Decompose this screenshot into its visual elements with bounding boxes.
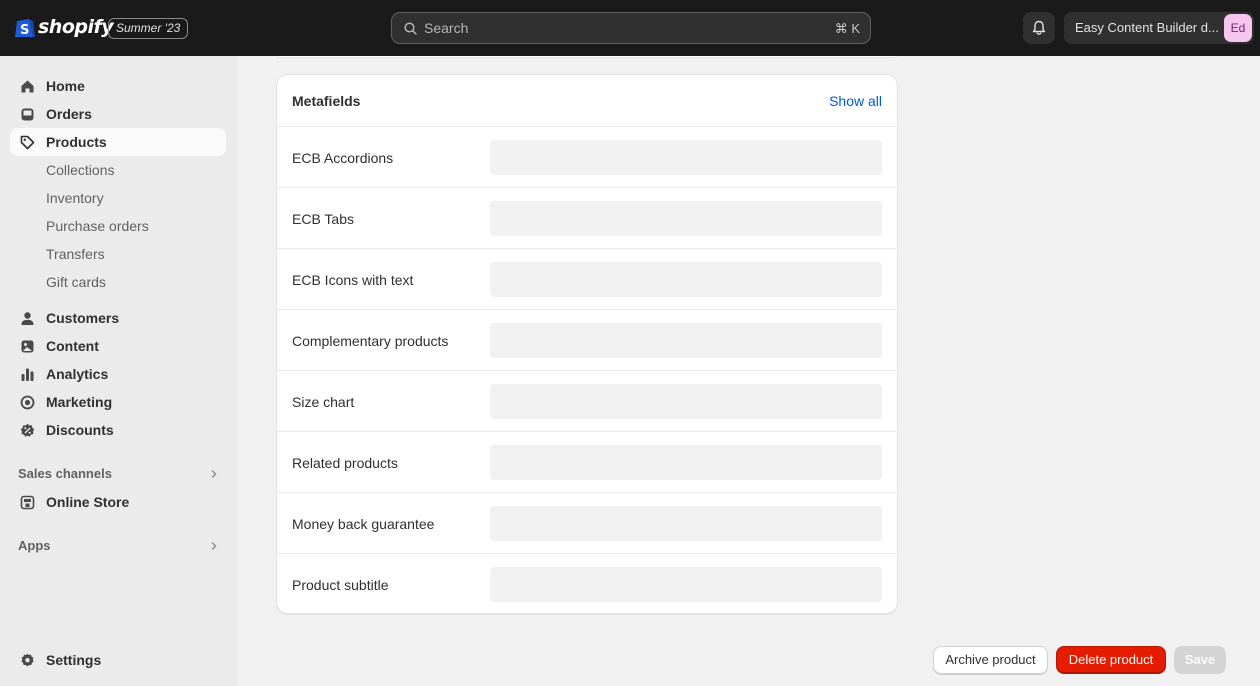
search-input[interactable]: Search [424,20,468,36]
bell-icon [1032,20,1046,35]
sidebar-item-inventory[interactable]: Inventory [10,184,226,212]
metafield-row: Product subtitle [277,554,897,613]
metafield-input[interactable] [490,384,882,419]
metafield-input[interactable] [490,445,882,480]
sidebar-item-settings[interactable]: Settings [10,646,226,674]
metafield-row: Complementary products [277,310,897,371]
previous-card-edge [277,56,897,58]
sidebar-item-collections[interactable]: Collections [10,156,226,184]
search-bar[interactable]: Search ⌘ K [391,12,871,44]
metafield-row: Related products [277,432,897,493]
metafield-row: ECB Tabs [277,188,897,249]
sidebar-item-label: Analytics [46,366,109,382]
metafields-title: Metafields [292,93,361,109]
sidebar-item-products[interactable]: Products [10,128,226,156]
inbox-icon [21,108,34,121]
person-icon [21,312,34,325]
sidebar-item-discounts[interactable]: Discounts [10,416,226,444]
sidebar-item-marketing[interactable]: Marketing [10,388,226,416]
metafield-label: Related products [292,455,398,471]
notifications-button[interactable] [1023,12,1055,44]
sidebar-item-transfers[interactable]: Transfers [10,240,226,268]
sidebar-item-customers[interactable]: Customers [10,304,226,332]
sidebar-item-gift-cards[interactable]: Gift cards [10,268,226,296]
search-shortcut: ⌘ K [834,21,860,36]
apps-heading[interactable]: Apps [18,538,51,553]
sidebar-item-label: Online Store [46,494,130,510]
metafield-label: Complementary products [292,333,449,349]
tag-icon [20,135,35,150]
image-icon [21,340,34,353]
shopify-bag-icon: S [15,19,35,38]
metafield-input[interactable] [490,567,882,602]
edition-badge[interactable]: Summer '23 [108,18,189,39]
metafield-input[interactable] [490,201,882,236]
bar-chart-icon [21,368,34,381]
shopify-logo[interactable]: S shopify [14,15,114,39]
chevron-right-icon[interactable] [210,542,218,550]
metafield-label: Size chart [292,394,355,410]
metafield-input[interactable] [490,140,882,175]
sidebar-item-home[interactable]: Home [10,72,226,100]
sidebar-item-analytics[interactable]: Analytics [10,360,226,388]
sidebar-item-label: Purchase orders [46,218,149,234]
sidebar-item-label: Home [46,78,85,94]
save-button[interactable]: Save [1174,646,1226,674]
avatar: Ed [1224,14,1252,42]
sidebar-item-orders[interactable]: Orders [10,100,226,128]
target-icon [20,395,35,410]
sidebar-item-label: Transfers [46,246,105,262]
show-all-link[interactable]: Show all [829,93,882,109]
sidebar-item-label: Products [46,134,107,150]
store-name: Easy Content Builder d... [1075,20,1219,35]
sidebar-item-content[interactable]: Content [10,332,226,360]
metafield-label: Money back guarantee [292,516,435,532]
metafield-row: Size chart [277,371,897,432]
sidebar-item-online-store[interactable]: Online Store [10,488,226,516]
metafield-label: Product subtitle [292,577,389,593]
search-icon [404,22,417,35]
sidebar-item-label: Content [46,338,99,354]
metafield-row: ECB Icons with text [277,249,897,310]
sidebar: Home Orders Products Collections Invento… [0,56,238,686]
metafield-row: ECB Accordions [277,127,897,188]
sidebar-item-label: Collections [46,162,115,178]
metafield-label: ECB Tabs [292,211,354,227]
sidebar-item-label: Inventory [46,190,104,206]
sidebar-item-label: Customers [46,310,120,326]
metafield-input[interactable] [490,323,882,358]
discount-icon [20,423,35,437]
metafields-card: Metafields Show all ECB Accordions ECB T… [276,74,898,614]
sidebar-item-label: Discounts [46,422,114,438]
metafield-input[interactable] [490,506,882,541]
svg-text:S: S [20,23,29,38]
sidebar-item-label: Gift cards [46,274,106,290]
delete-product-button[interactable]: Delete product [1056,646,1166,674]
sales-channels-heading[interactable]: Sales channels [18,466,112,481]
metafields-header: Metafields Show all [277,75,897,127]
metafield-row: Money back guarantee [277,493,897,554]
gear-icon [21,653,34,667]
top-bar: S shopify Summer '23 Search ⌘ K Easy Con… [0,0,1260,56]
sidebar-item-label: Orders [46,106,92,122]
store-menu-button[interactable]: Easy Content Builder d... Ed [1064,12,1254,44]
sidebar-item-label: Marketing [46,394,113,410]
sidebar-item-label: Settings [46,652,102,668]
sidebar-item-purchase-orders[interactable]: Purchase orders [10,212,226,240]
metafield-label: ECB Icons with text [292,272,414,288]
chevron-right-icon[interactable] [210,470,218,478]
store-icon [20,495,35,510]
archive-product-button[interactable]: Archive product [933,646,1048,674]
home-icon [21,80,34,93]
brand-wordmark: shopify [38,16,114,38]
metafield-label: ECB Accordions [292,150,394,166]
metafield-input[interactable] [490,262,882,297]
